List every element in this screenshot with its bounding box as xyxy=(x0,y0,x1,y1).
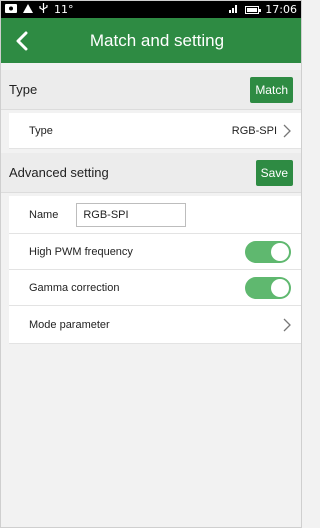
back-button[interactable] xyxy=(7,18,37,63)
pwm-row: High PWM frequency xyxy=(9,234,301,270)
name-label: Name xyxy=(29,208,59,221)
type-section-header: Type Match xyxy=(1,70,301,110)
type-value: RGB-SPI xyxy=(231,124,277,137)
type-row-value-group: RGB-SPI xyxy=(232,124,291,138)
gamma-label: Gamma correction xyxy=(29,281,120,294)
name-row-group: Name xyxy=(29,202,187,227)
gamma-toggle[interactable] xyxy=(245,276,291,299)
advanced-section-header: Advanced setting Save xyxy=(1,153,301,193)
usb-icon xyxy=(39,3,48,16)
gamma-row: Gamma correction xyxy=(9,270,301,306)
name-input[interactable] xyxy=(76,202,187,227)
warning-icon xyxy=(23,3,33,16)
save-button[interactable]: Save xyxy=(255,159,293,186)
type-section-title: Type xyxy=(9,82,38,97)
mode-parameter-row[interactable]: Mode parameter xyxy=(9,306,301,344)
chevron-right-icon xyxy=(283,318,291,332)
match-button[interactable]: Match xyxy=(250,76,293,103)
type-row-label: Type xyxy=(29,124,53,137)
battery-icon xyxy=(245,5,262,14)
app-bar: Match and setting xyxy=(1,18,301,63)
chevron-right-icon xyxy=(283,124,291,138)
type-row[interactable]: Type RGB-SPI xyxy=(9,113,301,149)
status-left-group: 11° xyxy=(5,3,74,16)
name-row: Name xyxy=(9,196,301,234)
pwm-label: High PWM frequency xyxy=(29,245,133,258)
advanced-section-title: Advanced setting xyxy=(9,165,109,180)
mode-parameter-label: Mode parameter xyxy=(29,318,110,331)
pwm-toggle[interactable] xyxy=(245,240,291,263)
status-right-group: 17:06 xyxy=(229,3,297,16)
page-title: Match and setting xyxy=(89,30,225,50)
clock: 17:06 xyxy=(265,3,297,16)
temperature-readout: 11° xyxy=(54,3,74,16)
signal-icon xyxy=(229,3,239,16)
toggle-knob xyxy=(271,278,289,297)
app-screen: 11° 17:06 Match and setting Type Match T… xyxy=(0,0,302,528)
photo-icon xyxy=(5,3,17,16)
toggle-knob xyxy=(271,242,289,261)
chevron-left-icon xyxy=(16,31,28,50)
status-bar: 11° 17:06 xyxy=(1,1,301,18)
